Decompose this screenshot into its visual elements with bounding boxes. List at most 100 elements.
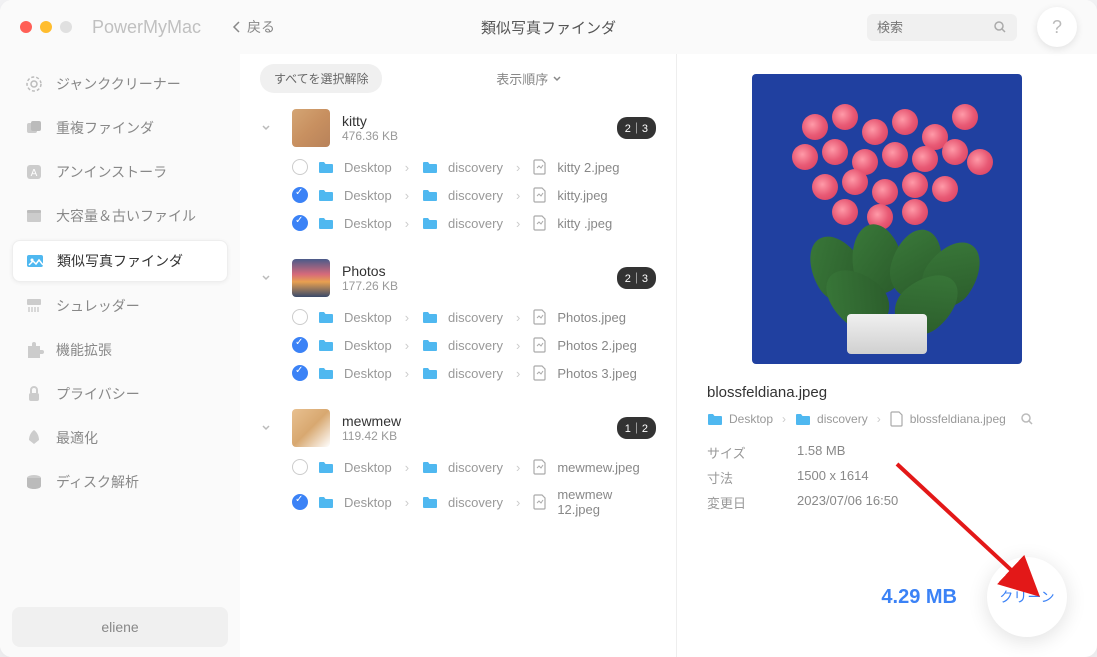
sidebar-item-uninstaller[interactable]: A アンインストーラ bbox=[12, 152, 228, 192]
gear-icon bbox=[24, 74, 44, 94]
checkbox[interactable] bbox=[292, 215, 308, 231]
sidebar-item-similar-photo-finder[interactable]: 類似写真ファインダ bbox=[12, 240, 228, 282]
checkbox[interactable] bbox=[292, 337, 308, 353]
sidebar-item-label: ジャンククリーナー bbox=[56, 74, 181, 94]
path-segment: Desktop bbox=[344, 495, 392, 510]
titlebar: PowerMyMac 戻る 類似写真ファインダ ? bbox=[0, 0, 1097, 54]
sort-label: 表示順序 bbox=[496, 69, 548, 88]
file-row[interactable]: Desktop›discovery› kitty .jpeg bbox=[260, 209, 656, 237]
chevron-down-icon[interactable] bbox=[260, 422, 280, 434]
sidebar-item-junk-cleaner[interactable]: ジャンククリーナー bbox=[12, 64, 228, 104]
checkbox[interactable] bbox=[292, 459, 308, 475]
main: すべてを選択解除 表示順序 kitty 476.36 KB 2｜3 Deskto… bbox=[240, 54, 1097, 657]
path-segment: Desktop bbox=[729, 412, 773, 426]
sidebar-item-privacy[interactable]: プライバシー bbox=[12, 374, 228, 414]
filename: kitty .jpeg bbox=[557, 216, 612, 231]
sidebar-item-shredder[interactable]: シュレッダー bbox=[12, 286, 228, 326]
photo-icon bbox=[25, 251, 45, 271]
path-segment: discovery bbox=[448, 216, 503, 231]
file-row[interactable]: Desktop›discovery› kitty.jpeg bbox=[260, 181, 656, 209]
minimize-window-icon[interactable] bbox=[40, 21, 52, 33]
sidebar-item-label: ディスク解析 bbox=[56, 472, 139, 492]
meta-dimensions: 寸法 1500 x 1614 bbox=[707, 468, 1067, 487]
folder-icon bbox=[318, 160, 334, 174]
folder-icon bbox=[422, 310, 438, 324]
checkbox[interactable] bbox=[292, 365, 308, 381]
footer: 4.29 MB クリーン bbox=[881, 557, 1067, 637]
file-row[interactable]: Desktop›discovery› kitty 2.jpeg bbox=[260, 153, 656, 181]
page-title: 類似写真ファインダ bbox=[481, 17, 616, 38]
maximize-window-icon[interactable] bbox=[60, 21, 72, 33]
clean-button[interactable]: クリーン bbox=[987, 557, 1067, 637]
close-window-icon[interactable] bbox=[20, 21, 32, 33]
file-row[interactable]: Desktop›discovery› Photos.jpeg bbox=[260, 303, 656, 331]
sort-button[interactable]: 表示順序 bbox=[496, 69, 562, 88]
file-icon bbox=[890, 411, 904, 427]
group-header[interactable]: mewmew 119.42 KB 1｜2 bbox=[260, 403, 656, 453]
search-icon bbox=[993, 20, 1007, 34]
path-segment: blossfeldiana.jpeg bbox=[910, 412, 1006, 426]
groups-container: kitty 476.36 KB 2｜3 Desktop›discovery› k… bbox=[260, 103, 656, 523]
help-button[interactable]: ? bbox=[1037, 7, 1077, 47]
shredder-icon bbox=[24, 296, 44, 316]
path-segment: discovery bbox=[448, 188, 503, 203]
filename: mewmew 12.jpeg bbox=[557, 487, 656, 517]
file-icon bbox=[533, 159, 547, 175]
deselect-all-button[interactable]: すべてを選択解除 bbox=[260, 64, 382, 93]
thumbnail bbox=[292, 409, 330, 447]
user-badge[interactable]: eliene bbox=[12, 607, 228, 647]
chevron-down-icon[interactable] bbox=[260, 122, 280, 134]
path-segment: discovery bbox=[448, 495, 503, 510]
file-row[interactable]: Desktop›discovery› mewmew 12.jpeg bbox=[260, 481, 656, 523]
search-box[interactable] bbox=[867, 14, 1017, 41]
filename: Photos.jpeg bbox=[557, 310, 626, 325]
sidebar: ジャンククリーナー 重複ファインダ A アンインストーラ 大容量＆古いファイル … bbox=[0, 54, 240, 657]
path-segment: discovery bbox=[448, 366, 503, 381]
checkbox[interactable] bbox=[292, 309, 308, 325]
sidebar-item-duplicate-finder[interactable]: 重複ファインダ bbox=[12, 108, 228, 148]
folder-icon bbox=[422, 366, 438, 380]
path-segment: Desktop bbox=[344, 160, 392, 175]
sidebar-item-disk-analysis[interactable]: ディスク解析 bbox=[12, 462, 228, 502]
group-size: 476.36 KB bbox=[342, 129, 605, 143]
sidebar-item-optimize[interactable]: 最適化 bbox=[12, 418, 228, 458]
file-icon bbox=[533, 187, 547, 203]
folder-icon bbox=[318, 495, 334, 509]
back-button[interactable]: 戻る bbox=[231, 17, 275, 37]
file-row[interactable]: Desktop›discovery› mewmew.jpeg bbox=[260, 453, 656, 481]
thumbnail bbox=[292, 259, 330, 297]
meta-label: 変更日 bbox=[707, 493, 797, 512]
checkbox[interactable] bbox=[292, 494, 308, 510]
file-row[interactable]: Desktop›discovery› Photos 3.jpeg bbox=[260, 359, 656, 387]
list-pane: すべてを選択解除 表示順序 kitty 476.36 KB 2｜3 Deskto… bbox=[240, 54, 677, 657]
chevron-left-icon bbox=[231, 20, 241, 34]
group-header[interactable]: kitty 476.36 KB 2｜3 bbox=[260, 103, 656, 153]
chevron-down-icon[interactable] bbox=[260, 272, 280, 284]
checkbox[interactable] bbox=[292, 187, 308, 203]
group-header[interactable]: Photos 177.26 KB 2｜3 bbox=[260, 253, 656, 303]
sidebar-item-extensions[interactable]: 機能拡張 bbox=[12, 330, 228, 370]
traffic-lights bbox=[20, 21, 72, 33]
path-segment: discovery bbox=[448, 338, 503, 353]
folder-icon bbox=[422, 188, 438, 202]
file-group: kitty 476.36 KB 2｜3 Desktop›discovery› k… bbox=[260, 103, 656, 237]
folder-icon bbox=[422, 495, 438, 509]
filename: Photos 3.jpeg bbox=[557, 366, 637, 381]
path-segment: Desktop bbox=[344, 310, 392, 325]
sidebar-item-label: 類似写真ファインダ bbox=[57, 251, 183, 271]
file-row[interactable]: Desktop›discovery› Photos 2.jpeg bbox=[260, 331, 656, 359]
folder-icon bbox=[318, 366, 334, 380]
sidebar-item-large-old-files[interactable]: 大容量＆古いファイル bbox=[12, 196, 228, 236]
group-size: 119.42 KB bbox=[342, 429, 605, 443]
rocket-icon bbox=[24, 428, 44, 448]
sidebar-item-label: 機能拡張 bbox=[56, 340, 112, 360]
meta-modified: 変更日 2023/07/06 16:50 bbox=[707, 493, 1067, 512]
search-icon[interactable] bbox=[1020, 412, 1034, 426]
sidebar-item-label: 最適化 bbox=[56, 428, 98, 448]
filename: Photos 2.jpeg bbox=[557, 338, 637, 353]
meta-label: サイズ bbox=[707, 443, 797, 462]
checkbox[interactable] bbox=[292, 159, 308, 175]
app-icon: A bbox=[24, 162, 44, 182]
group-info: mewmew 119.42 KB bbox=[342, 413, 605, 443]
search-input[interactable] bbox=[877, 20, 993, 35]
